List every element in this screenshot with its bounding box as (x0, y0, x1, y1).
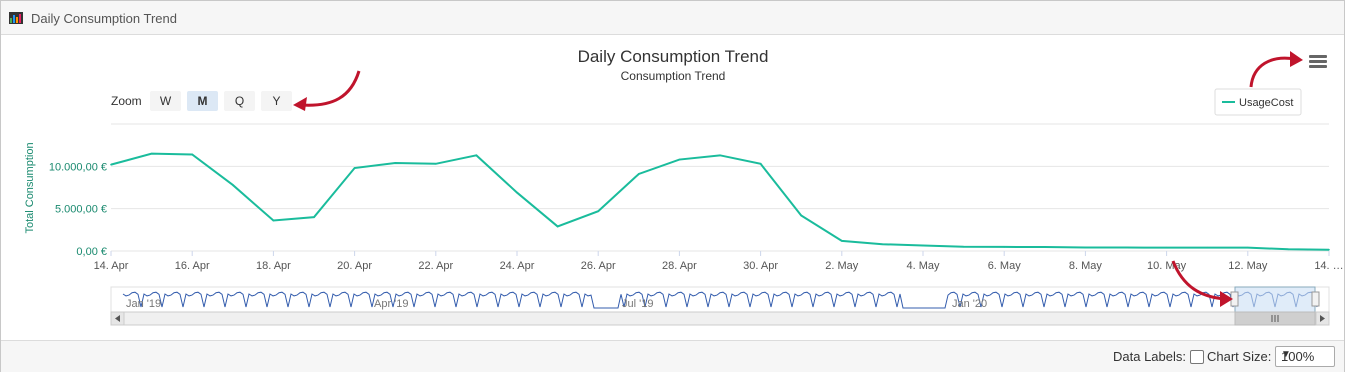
navigator-label: Jan '20 (952, 298, 987, 310)
data-point (1287, 248, 1290, 251)
zoom-button-label: Y (272, 94, 280, 108)
navigator-handle-right[interactable] (1311, 291, 1320, 307)
x-tick-label: 16. Apr (175, 260, 210, 272)
x-tick-label: 14. Apr (94, 260, 129, 272)
x-tick-label: 2. May (825, 260, 859, 272)
grid (111, 123, 1329, 252)
data-point (475, 154, 478, 157)
data-labels-checkbox[interactable] (1190, 350, 1204, 364)
hamburger-menu-icon[interactable] (1309, 55, 1327, 68)
series-group (110, 152, 1330, 251)
data-point (1328, 248, 1330, 251)
chevron-down-icon: ▼ (1281, 349, 1291, 360)
zoom-group: Zoom W M Q Y (111, 91, 292, 111)
data-point (435, 162, 437, 165)
data-point (597, 210, 599, 213)
data-point (1084, 246, 1087, 249)
y-axis-label: Total Consumption (24, 142, 36, 233)
x-tick-label: 4. May (906, 260, 940, 272)
navigator[interactable]: Jan '19 Apr '19 Jul '19 Jan '20 (110, 286, 1330, 313)
navigator-label: Jul '19 (622, 298, 653, 310)
chart-subtitle: Consumption Trend (621, 69, 726, 83)
x-tick-label: 10. May (1147, 260, 1187, 272)
y-axis: 0,00 € 5.000,00 € 10.000,00 € (49, 161, 107, 258)
data-point (1206, 246, 1208, 249)
chart-size-label: Chart Size: (1207, 349, 1272, 364)
data-point (881, 243, 884, 246)
y-tick-label: 5.000,00 € (55, 204, 107, 216)
data-point (353, 167, 356, 169)
data-point (272, 219, 275, 222)
y-tick-label: 10.000,00 € (49, 161, 107, 173)
zoom-button-q[interactable]: Q (224, 91, 255, 111)
data-point (800, 214, 802, 217)
line-chart: Daily Consumption Trend Consumption Tren… (24, 47, 1344, 326)
data-point (962, 245, 965, 248)
x-axis: 14. Apr 16. Apr 18. Apr 20. Apr 22. Apr 24. A… (94, 251, 1344, 272)
data-point (922, 244, 924, 247)
zoom-button-y[interactable]: Y (261, 91, 292, 111)
data-point (1247, 246, 1249, 249)
y-tick-label: 0,00 € (76, 246, 107, 258)
data-point (1165, 246, 1168, 249)
zoom-button-label: W (160, 94, 172, 108)
data-point (313, 216, 315, 218)
data-point (150, 152, 153, 155)
x-tick-label: 8. May (1069, 260, 1103, 272)
data-point (1125, 246, 1127, 249)
data-point (719, 154, 721, 157)
x-tick-label: 22. Apr (418, 260, 453, 272)
annotation-arrow-menu (1249, 51, 1303, 88)
legend[interactable]: UsageCost (1214, 88, 1302, 116)
data-point (516, 191, 518, 194)
x-tick-label: 20. Apr (337, 260, 372, 272)
panel-header: Daily Consumption Trend (1, 1, 1344, 35)
zoom-button-label: M (198, 94, 208, 108)
scrollbar[interactable] (110, 311, 1330, 326)
data-point (1044, 246, 1046, 248)
data-point (678, 158, 681, 161)
x-tick-label: 12. May (1228, 260, 1268, 272)
x-tick-label: 24. Apr (500, 260, 535, 272)
data-point (556, 225, 559, 228)
series-line-usagecost[interactable] (110, 152, 1330, 251)
x-tick-label: 6. May (988, 260, 1022, 272)
chart-panel: Daily Consumption Trend Daily Consumptio… (0, 0, 1345, 372)
data-point (1003, 246, 1005, 248)
data-point (232, 184, 234, 186)
navigator-selection[interactable] (1234, 286, 1316, 313)
data-point (191, 153, 193, 156)
chart-size-select[interactable]: 100% ▼ (1275, 346, 1335, 367)
zoom-button-label: Q (235, 94, 244, 108)
zoom-button-w[interactable]: W (150, 91, 181, 111)
panel-title: Daily Consumption Trend (31, 11, 177, 26)
data-point (638, 173, 640, 175)
annotation-arrow-zoom (293, 70, 361, 111)
x-tick-label: 14. … (1314, 260, 1343, 272)
x-tick-label: 30. Apr (743, 260, 778, 272)
x-tick-label: 18. Apr (256, 260, 291, 272)
legend-item-usagecost[interactable]: UsageCost (1239, 97, 1293, 109)
zoom-button-m[interactable]: M (187, 91, 218, 111)
chart-title: Daily Consumption Trend (578, 47, 769, 66)
bar-chart-icon (9, 12, 23, 24)
data-point (841, 240, 843, 242)
data-point (394, 162, 397, 164)
data-point (110, 163, 112, 166)
x-tick-label: 26. Apr (581, 260, 616, 272)
navigator-label: Apr '19 (374, 298, 409, 310)
x-tick-label: 28. Apr (662, 260, 697, 272)
navigator-label: Jan '19 (126, 298, 161, 310)
zoom-label: Zoom (111, 94, 142, 108)
data-labels-label: Data Labels: (1113, 349, 1186, 364)
chart-footer: Data Labels: Chart Size: 100% ▼ (1, 340, 1344, 372)
data-point (759, 162, 762, 165)
